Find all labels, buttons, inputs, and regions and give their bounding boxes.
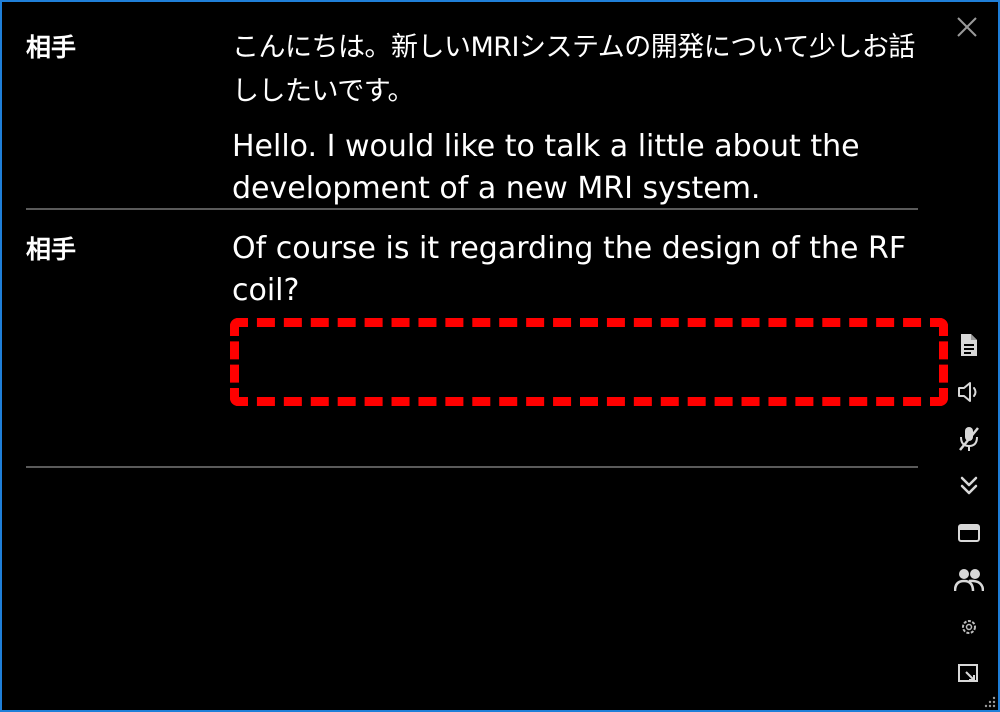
window-mode-button[interactable] [954, 518, 984, 548]
transcript-entry: 相手 こんにちは。新しいMRIシステムの開発について少しお話ししたいです。 He… [26, 26, 918, 210]
document-icon [961, 334, 977, 356]
speaker-label: 相手 [26, 33, 77, 62]
participants-button[interactable] [954, 565, 984, 595]
transcript-entry: 相手 Of course is it regarding the design … [26, 228, 948, 468]
entry-content: こんにちは。新しいMRIシステムの開発について少しお話ししたいです。 Hello… [232, 26, 918, 206]
original-text: こんにちは。新しいMRIシステムの開発について少しお話ししたいです。 [232, 32, 915, 107]
transcript-list: 相手 こんにちは。新しいMRIシステムの開発について少しお話ししたいです。 He… [26, 26, 948, 468]
gear-icon [962, 620, 976, 634]
audio-button[interactable] [954, 377, 984, 407]
transcript-button[interactable] [954, 330, 984, 360]
entry-content: Of course is it regarding the design of … [232, 228, 918, 448]
window-icon [958, 524, 980, 542]
translated-text: Hello. I would like to talk a little abo… [232, 129, 860, 206]
picture-in-picture-icon [958, 664, 978, 682]
mic-muted-icon [959, 427, 979, 451]
resize-grip-icon[interactable] [982, 694, 996, 708]
participants-icon [954, 569, 984, 592]
side-toolbar [954, 330, 984, 689]
speaker-icon [958, 382, 977, 402]
scroll-bottom-button[interactable] [954, 471, 984, 501]
close-button[interactable] [954, 14, 980, 40]
mute-mic-button[interactable] [954, 424, 984, 454]
scroll-down-icon [960, 476, 978, 495]
translated-text: Of course is it regarding the design of … [232, 231, 907, 308]
speaker-label: 相手 [26, 235, 77, 264]
mini-mode-button[interactable] [954, 659, 984, 689]
settings-button[interactable] [954, 612, 984, 642]
close-icon [957, 17, 977, 37]
translation-window: 相手 こんにちは。新しいMRIシステムの開発について少しお話ししたいです。 He… [0, 0, 1000, 712]
